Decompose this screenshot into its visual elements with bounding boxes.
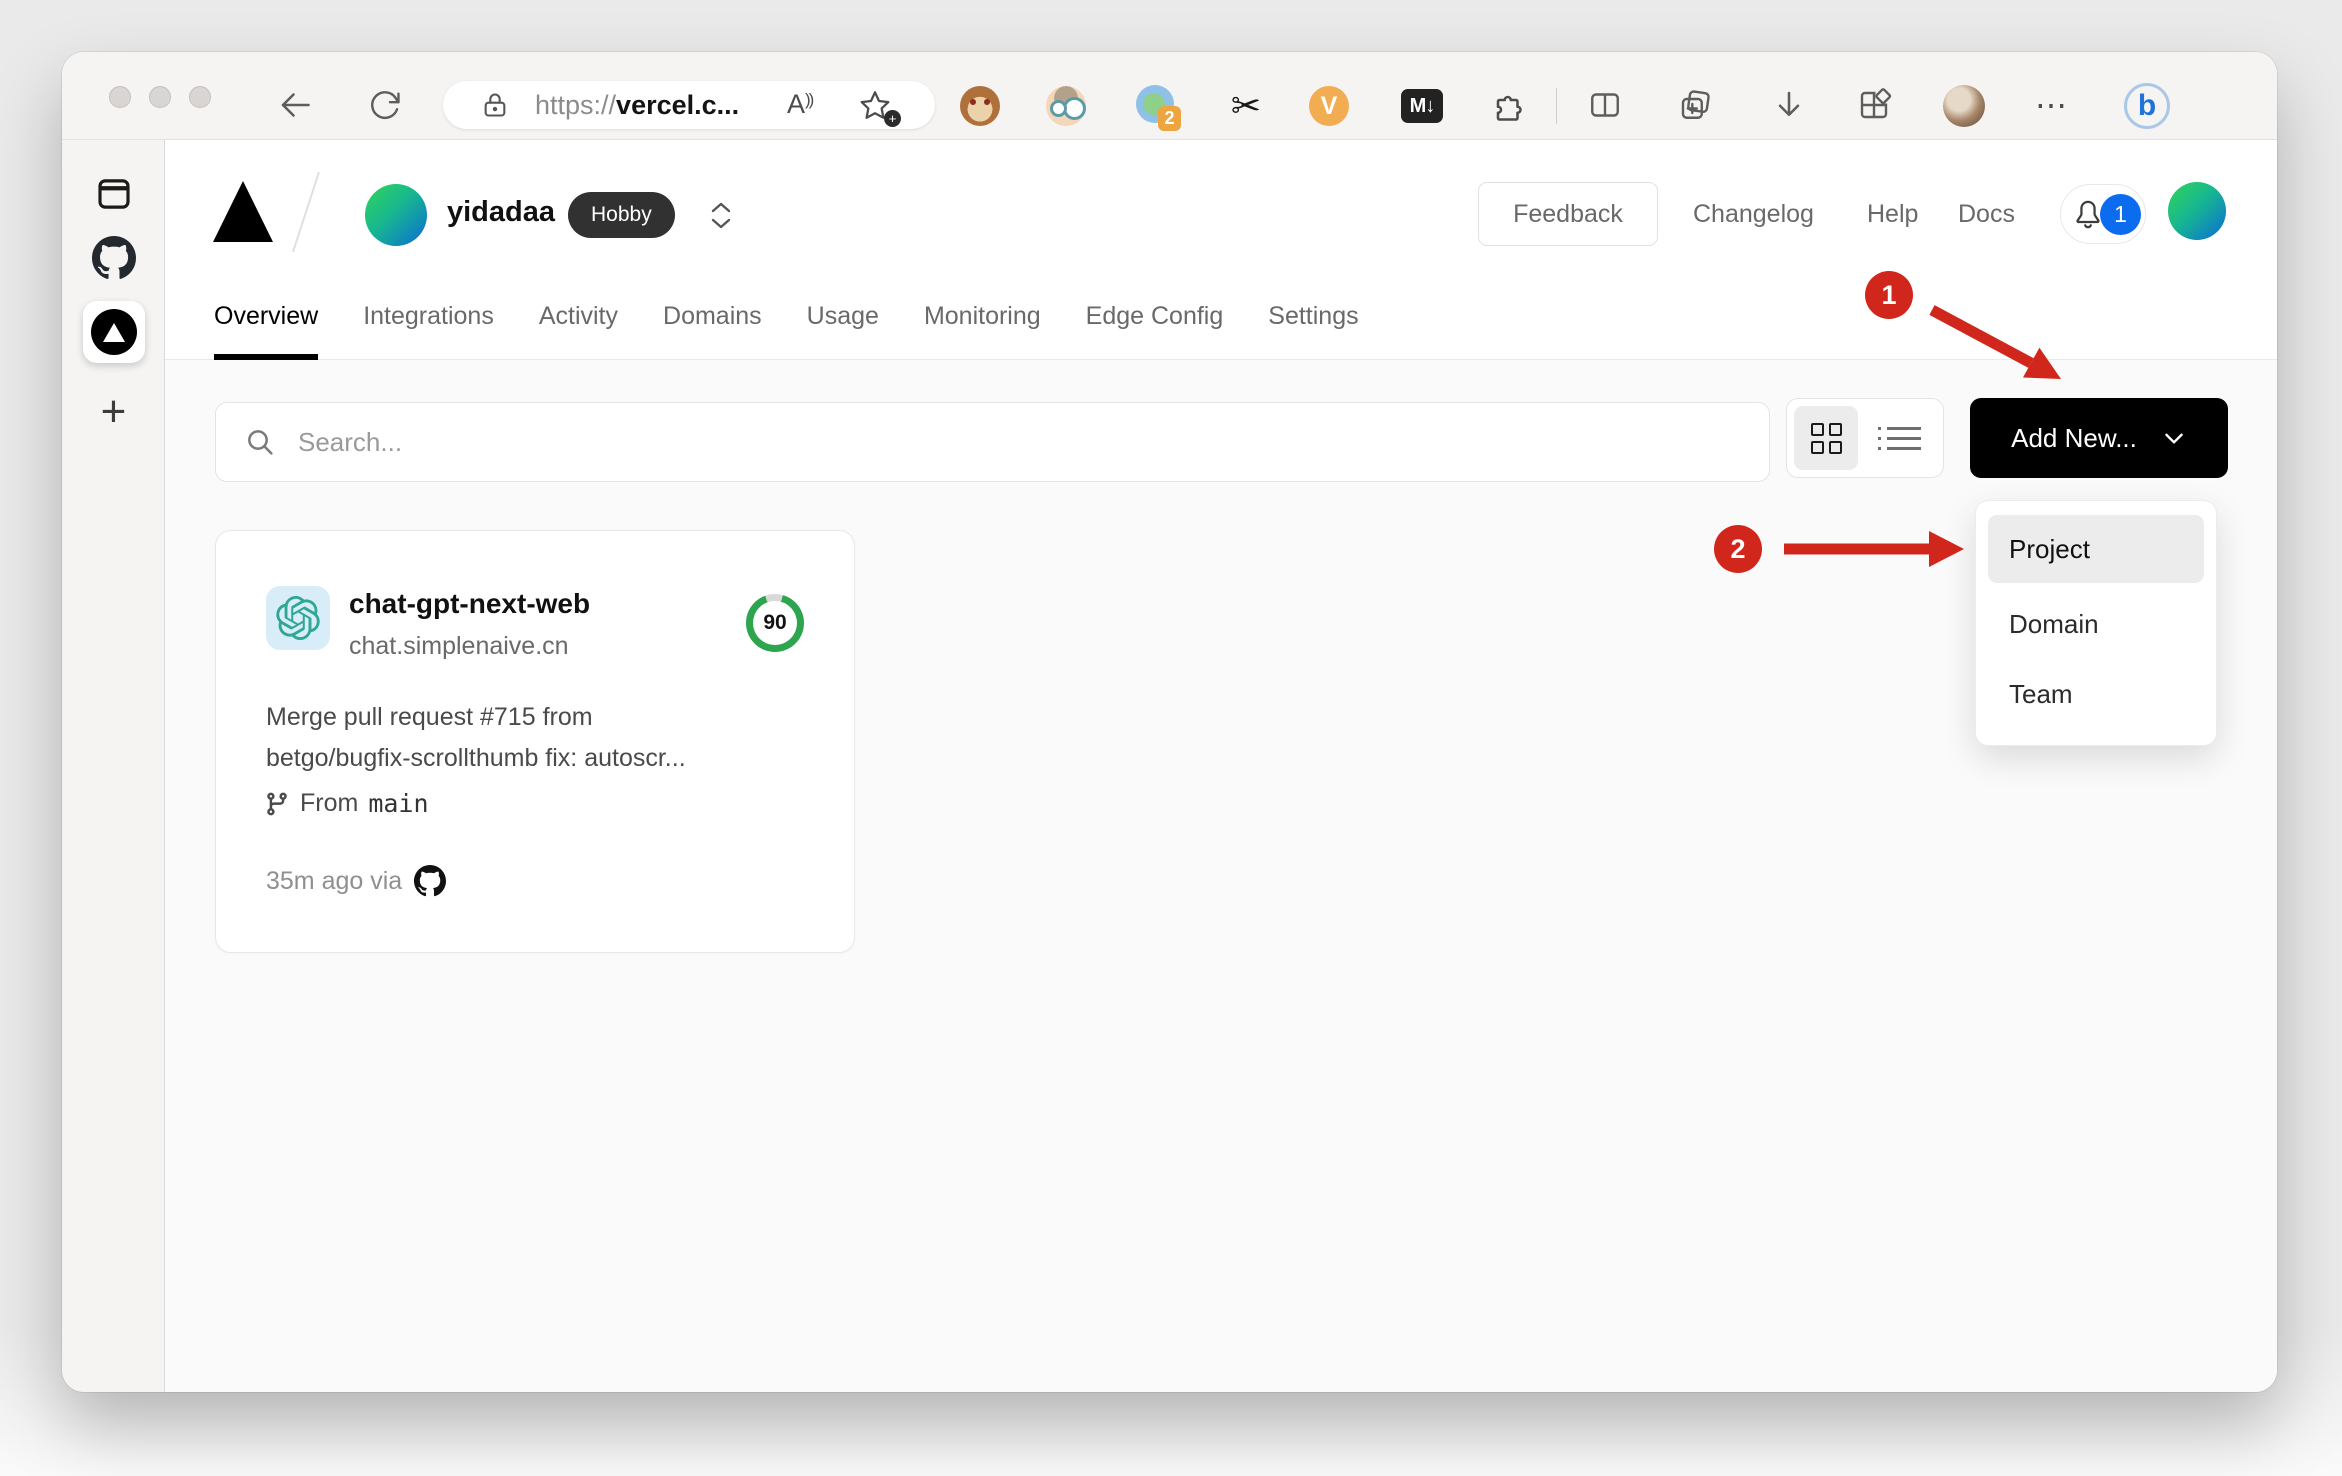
list-view-icon	[1878, 426, 1921, 450]
extension-tampermonkey-icon[interactable]	[957, 83, 1003, 129]
team-switcher-icon[interactable]	[705, 190, 737, 240]
tab-edge-config[interactable]: Edge Config	[1086, 272, 1224, 360]
apps-icon[interactable]	[1852, 83, 1896, 127]
search-input[interactable]	[298, 426, 1769, 458]
extensions-puzzle-icon[interactable]	[1487, 83, 1533, 129]
grid-view-icon	[1810, 422, 1842, 454]
dropdown-item-domain[interactable]: Domain	[1988, 590, 2204, 658]
commit-message-line1: Merge pull request #715 from	[266, 703, 593, 731]
vercel-tabs: Overview Integrations Activity Domains U…	[214, 272, 1359, 360]
project-name[interactable]: chat-gpt-next-web	[349, 588, 590, 620]
plan-badge: Hobby	[568, 192, 675, 238]
url-text: https://vercel.c...	[535, 90, 739, 121]
sidebar-vercel-app-icon[interactable]	[62, 301, 165, 363]
profile-avatar[interactable]	[1941, 83, 1987, 129]
tab-domains[interactable]: Domains	[663, 272, 762, 360]
changelog-link[interactable]: Changelog	[1693, 200, 1814, 229]
tab-integrations[interactable]: Integrations	[363, 272, 494, 360]
score-value: 90	[753, 601, 797, 645]
dropdown-item-team[interactable]: Team	[1988, 660, 2204, 728]
extension-markdown-icon[interactable]: M↓	[1399, 83, 1445, 129]
add-new-label: Add New...	[2011, 422, 2137, 453]
project-domain[interactable]: chat.simplenaive.cn	[349, 632, 569, 661]
edge-sidebar: +	[62, 140, 165, 1392]
deployed-time: 35m ago via	[266, 866, 403, 895]
vercel-triangle-icon	[102, 322, 125, 342]
add-favorite-plus: +	[884, 110, 901, 127]
user-avatar[interactable]	[2168, 182, 2226, 240]
deployment-meta: 35m ago via	[266, 865, 447, 897]
tab-overview[interactable]: Overview	[214, 272, 319, 360]
notification-count-badge: 1	[2100, 194, 2141, 235]
extension-v-icon[interactable]: V	[1306, 83, 1352, 129]
vercel-page: yidadaa Hobby Feedback Changelog Help Do…	[165, 140, 2277, 1392]
breadcrumb-slash	[292, 171, 320, 253]
add-new-button[interactable]: Add New...	[1970, 398, 2228, 478]
feedback-button[interactable]: Feedback	[1478, 182, 1658, 246]
score-ring[interactable]: 90	[746, 594, 804, 652]
dropdown-item-project[interactable]: Project	[1988, 515, 2204, 583]
vercel-header: yidadaa Hobby Feedback Changelog Help Do…	[165, 140, 2277, 360]
bing-chat-icon[interactable]: b	[2124, 83, 2170, 129]
list-view-button[interactable]	[1872, 406, 1936, 470]
downloads-icon[interactable]	[1767, 83, 1811, 127]
commit-message-line2: betgo/bugfix-scrollthumb fix: autoscr...	[266, 744, 686, 772]
url-host: vercel.c...	[616, 90, 740, 120]
bell-icon	[2076, 200, 2100, 229]
browser-window: https://vercel.c... A)) + 2 ✂ V M↓ ⋯ b +…	[62, 52, 2277, 1392]
lock-icon	[481, 91, 509, 119]
extension-badge-count: 2	[1158, 106, 1181, 131]
chevron-down-icon	[2165, 433, 2183, 444]
extension-avatar-icon[interactable]	[1043, 83, 1089, 129]
annotation-step-1: 1	[1865, 271, 1913, 319]
tab-usage[interactable]: Usage	[807, 272, 879, 360]
url-scheme: https://	[535, 90, 617, 120]
collections-icon[interactable]	[1673, 83, 1717, 127]
favorite-star-icon[interactable]: +	[859, 89, 901, 127]
sidebar-toggle-icon[interactable]	[62, 173, 165, 215]
search-icon	[248, 430, 273, 455]
branch-name: main	[368, 789, 429, 818]
team-avatar[interactable]	[365, 184, 427, 246]
grid-view-button[interactable]	[1794, 406, 1858, 470]
split-screen-icon[interactable]	[1583, 83, 1627, 127]
branch-row: From main	[264, 789, 429, 818]
annotation-step-2: 2	[1714, 525, 1762, 573]
extension-proxy-icon[interactable]: 2	[1134, 83, 1181, 131]
back-icon[interactable]	[273, 83, 317, 127]
address-bar[interactable]: https://vercel.c... A)) +	[443, 81, 935, 129]
traffic-light-zoom[interactable]	[189, 86, 211, 108]
team-name[interactable]: yidadaa	[447, 196, 555, 229]
read-aloud-icon[interactable]: A))	[787, 89, 814, 120]
view-switcher	[1786, 398, 1944, 478]
openai-icon	[276, 596, 320, 640]
reload-icon[interactable]	[363, 83, 407, 127]
sidebar-add-icon[interactable]: +	[62, 390, 165, 434]
sidebar-github-icon[interactable]	[62, 236, 165, 280]
help-link[interactable]: Help	[1867, 200, 1918, 229]
tab-activity[interactable]: Activity	[539, 272, 618, 360]
search-box[interactable]	[215, 402, 1770, 482]
vercel-logo-icon[interactable]	[213, 181, 273, 242]
extension-scissors-icon[interactable]: ✂	[1223, 83, 1269, 129]
traffic-light-minimize[interactable]	[149, 86, 171, 108]
toolbar-divider	[1556, 88, 1557, 124]
project-card[interactable]: chat-gpt-next-web chat.simplenaive.cn 90…	[215, 530, 855, 953]
project-logo	[266, 586, 330, 650]
from-label: From	[300, 789, 359, 817]
github-icon	[414, 865, 447, 897]
browser-toolbar: https://vercel.c... A)) + 2 ✂ V M↓ ⋯ b	[62, 52, 2277, 140]
more-menu-icon[interactable]: ⋯	[2030, 83, 2074, 127]
tab-monitoring[interactable]: Monitoring	[924, 272, 1041, 360]
vercel-content: Add New... Project Domain Team chat-gpt-…	[165, 360, 2277, 1392]
git-branch-icon	[267, 792, 287, 815]
docs-link[interactable]: Docs	[1958, 200, 2015, 229]
tab-settings[interactable]: Settings	[1268, 272, 1358, 360]
add-new-dropdown: Project Domain Team	[1975, 500, 2217, 746]
notifications-button[interactable]: 1	[2060, 184, 2146, 244]
traffic-light-close[interactable]	[109, 86, 131, 108]
